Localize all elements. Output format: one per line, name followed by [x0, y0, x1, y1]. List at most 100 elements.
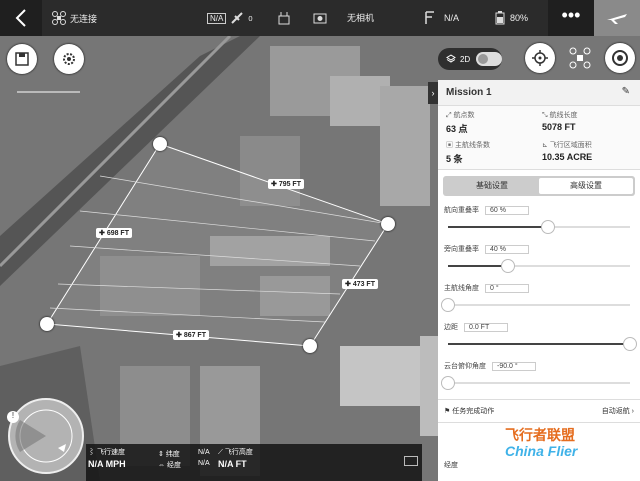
slider-value[interactable]: 0.0 FT [464, 322, 508, 332]
lon-value: N/A [198, 460, 210, 467]
map-mode-label: 2D [459, 54, 471, 64]
top-status-bar: 无连接 N/A 0 无相机 N/A 80% ••• [0, 0, 640, 36]
mission-header: Mission 1 ✎ [438, 80, 640, 106]
finish-action-row[interactable]: ⚑ 任务完成动作 自动返航 › [438, 399, 640, 423]
slider-label: 云台俯仰角度 [444, 363, 486, 370]
slider-knob[interactable] [541, 220, 556, 234]
battery-status: 80% [494, 11, 528, 25]
mission-title: Mission 1 [446, 87, 492, 98]
waypoint-vertex[interactable] [303, 339, 317, 353]
tab-basic-settings[interactable]: 基础设置 [445, 178, 539, 194]
speed-value: N/A MPH [88, 459, 126, 469]
na-badge: N/A [207, 12, 227, 24]
waypoint-vertex[interactable] [381, 217, 395, 231]
slider-knob[interactable] [501, 259, 516, 273]
slider-route-angle: 主航线角度 0 ° [438, 280, 640, 319]
locate-button[interactable] [525, 43, 555, 73]
slider-knob[interactable] [441, 298, 455, 312]
settings-tabs: 基础设置 高级设置 [443, 176, 635, 196]
altitude-label: ⟋ 飞行高度 [218, 449, 253, 456]
fly-button[interactable] [594, 0, 640, 36]
speed-label: ⌇ 飞行速度 [88, 449, 125, 456]
distance-label: ✚ 473 FT [342, 279, 378, 289]
waypoint-vertex[interactable] [40, 317, 54, 331]
crosshair-icon [532, 50, 548, 66]
slider-value[interactable]: 40 % [485, 244, 529, 254]
slider-value[interactable]: -90.0 ° [492, 361, 536, 371]
distance-label: ✚ 698 FT [96, 228, 132, 238]
waypoint-vertex[interactable] [153, 137, 167, 151]
stat-area: ⊾ 飞行区域面积 10.35 ACRE [542, 141, 593, 162]
gear-icon [63, 53, 75, 65]
edit-icon[interactable]: ✎ [622, 86, 630, 97]
battery-label: 80% [510, 13, 529, 23]
camera-status: 无相机 [313, 11, 374, 24]
compass-lock-button[interactable] [605, 43, 635, 73]
flight-mode-status: N/A [424, 11, 459, 25]
lon-label: ⇔ 经度 [158, 462, 181, 469]
save-icon [15, 52, 29, 66]
settings-button[interactable] [54, 44, 84, 74]
save-mission-button[interactable] [7, 44, 37, 74]
lat-row-label: 经度 [444, 462, 458, 469]
stat-route-length: ⤡ 航线长度 5078 FT [542, 112, 578, 132]
drone-icon [52, 11, 66, 25]
airplane-icon [607, 14, 627, 24]
finish-action-label: 任务完成动作 [452, 408, 495, 415]
back-button[interactable] [0, 0, 42, 36]
slider-knob[interactable] [441, 376, 455, 390]
slider-side-overlap: 旁向重叠率 40 % [438, 241, 640, 280]
slider-value[interactable]: 60 % [485, 205, 529, 215]
mission-stats: ⤢ 航点数 63 点 ⤡ 航线长度 5078 FT ▣ 主航线条数 5 条 ⊾ 飞行区… [438, 106, 640, 170]
compass-icon [15, 409, 73, 463]
slider-label: 航向重叠率 [444, 207, 479, 214]
watermark-logo: 飞行者联盟 China Flier [505, 427, 578, 459]
aircraft-position-button[interactable] [565, 43, 595, 73]
slider-margin: 边距 0.0 FT [438, 319, 640, 358]
camera-label: 无相机 [347, 13, 375, 23]
panel-collapse-handle[interactable]: › [428, 82, 438, 104]
toggle-switch[interactable] [476, 52, 502, 66]
layers-icon [446, 54, 456, 63]
compass-radar[interactable] [8, 398, 84, 474]
tab-advanced-settings[interactable]: 高级设置 [539, 178, 633, 194]
slider-value[interactable]: 0 ° [485, 283, 529, 293]
flag-icon: ⚑ [444, 408, 451, 415]
slider-knob[interactable] [623, 337, 637, 351]
slider-forward-overlap: 航向重叠率 60 % [438, 202, 640, 241]
camera-icon [313, 13, 327, 23]
info-icon[interactable]: ! [7, 411, 19, 423]
distance-label: ✚ 867 FT [173, 330, 209, 340]
flight-mode-icon [425, 11, 434, 24]
minimap-toggle-icon[interactable] [404, 456, 418, 466]
lat-value: N/A [198, 449, 210, 456]
slider-label: 主航线角度 [444, 285, 479, 292]
chevron-left-icon [15, 9, 26, 27]
altitude-value: N/A FT [218, 459, 247, 469]
more-menu-button[interactable]: ••• [548, 0, 594, 36]
remote-controller-icon [278, 12, 290, 25]
flight-mode-label: N/A [444, 13, 460, 23]
lat-label: ⇕ 纬度 [158, 451, 180, 458]
satellite-count: 0 [248, 13, 253, 23]
gps-status: N/A 0 [207, 11, 253, 25]
stat-waypoints: ⤢ 航点数 63 点 [446, 112, 475, 134]
telemetry-bar: ⌇ 飞行速度 N/A MPH ⇕ 纬度 ⇔ 经度 N/A N/A ⟋ 飞行高度 … [86, 444, 422, 481]
stat-main-routes: ▣ 主航线条数 5 条 [446, 141, 490, 164]
connection-label: 无连接 [70, 13, 98, 24]
connection-status: 无连接 [52, 11, 97, 25]
slider-label: 边距 [444, 324, 458, 331]
more-icon: ••• [561, 5, 581, 25]
north-up-icon [612, 50, 628, 66]
satellite-icon [231, 12, 244, 24]
mission-panel: Mission 1 ✎ ⤢ 航点数 63 点 ⤡ 航线长度 5078 FT ▣ 主航… [438, 80, 640, 481]
remote-controller-status [277, 11, 291, 25]
slider-gimbal-pitch: 云台俯仰角度 -90.0 ° [438, 358, 640, 397]
chevron-right-icon: › [631, 408, 634, 415]
battery-icon [495, 11, 505, 25]
map-mode-toggle[interactable]: 2D [438, 48, 502, 70]
distance-label: ✚ 795 FT [268, 179, 304, 189]
aircraft-icon [569, 47, 591, 69]
finish-action-value: 自动返航 [601, 408, 630, 415]
slider-label: 旁向重叠率 [444, 246, 479, 253]
